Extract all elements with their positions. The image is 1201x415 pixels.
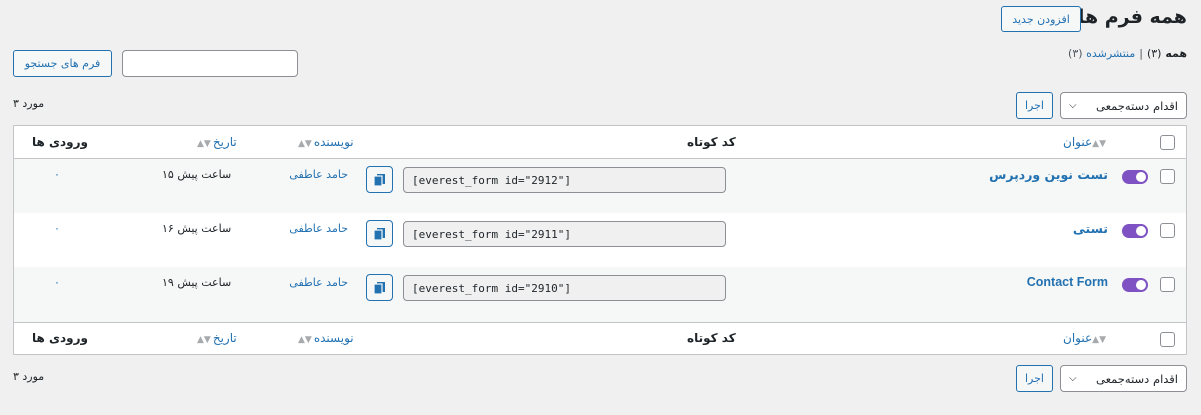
search-forms-button[interactable]: فرم های جستجو bbox=[13, 50, 112, 77]
table-row: Contact Form [everest_form id="2910"] حا… bbox=[14, 267, 1186, 322]
filter-separator: | bbox=[1139, 47, 1143, 60]
search-input[interactable] bbox=[122, 50, 298, 77]
column-author-label: نویسنده bbox=[313, 331, 354, 345]
column-date[interactable]: ▲▼ تاریخ bbox=[197, 331, 237, 345]
entries-count-link[interactable]: ۰ bbox=[54, 168, 60, 181]
column-author[interactable]: ▲▼ نویسنده bbox=[298, 331, 354, 345]
sort-icon: ▲▼ bbox=[1092, 335, 1106, 345]
column-shortcode: کد کوتاه bbox=[687, 331, 736, 345]
column-date-label: تاریخ bbox=[212, 331, 237, 345]
bulk-action-select-bottom[interactable]: اقدام دسته‌جمعی ⌵ bbox=[1060, 365, 1187, 392]
add-new-button[interactable]: افزودن جدید bbox=[1001, 6, 1081, 32]
copy-icon bbox=[372, 227, 385, 241]
toggle-knob bbox=[1136, 226, 1146, 236]
sort-icon: ▲▼ bbox=[298, 335, 312, 345]
shortcode-field[interactable]: [everest_form id="2912"] bbox=[403, 167, 726, 193]
select-all-checkbox-footer[interactable] bbox=[1160, 332, 1175, 347]
column-shortcode: کد کوتاه bbox=[687, 135, 736, 149]
shortcode-field[interactable]: [everest_form id="2911"] bbox=[403, 221, 726, 247]
column-title[interactable]: عنوان▲▼ bbox=[1063, 135, 1108, 149]
filter-published-label: منتشرشده bbox=[1086, 47, 1136, 60]
select-all-checkbox[interactable] bbox=[1160, 135, 1175, 150]
copy-icon bbox=[372, 281, 385, 295]
author-link[interactable]: حامد عاطفی bbox=[289, 222, 348, 235]
table-row: تست نوین وردپرس [everest_form id="2912"]… bbox=[14, 159, 1186, 213]
sort-icon: ▲▼ bbox=[197, 335, 211, 345]
date-text: ۱۵ ساعت پیش bbox=[162, 168, 232, 181]
column-entries: ورودی ها bbox=[32, 135, 88, 149]
filter-published[interactable]: منتشرشده (۳) bbox=[1068, 47, 1135, 60]
status-filters: همه (۳) | منتشرشده (۳) bbox=[1068, 47, 1187, 60]
filter-all-count: (۳) bbox=[1146, 47, 1162, 60]
page-title: همه فرم ها bbox=[1077, 6, 1187, 28]
items-count-top: ۳ مورد bbox=[13, 97, 45, 110]
column-author[interactable]: ▲▼ نویسنده bbox=[298, 135, 354, 149]
filter-all-label: همه bbox=[1165, 47, 1187, 60]
date-text: ۱۶ ساعت پیش bbox=[162, 222, 232, 235]
status-toggle[interactable] bbox=[1122, 224, 1148, 238]
filter-published-count: (۳) bbox=[1068, 47, 1083, 60]
chevron-down-icon: ⌵ bbox=[1069, 100, 1077, 111]
sort-icon: ▲▼ bbox=[197, 139, 211, 149]
toggle-knob bbox=[1136, 280, 1146, 290]
table-header: عنوان▲▼ کد کوتاه ▲▼ نویسنده ▲▼ تاریخ ورودی… bbox=[14, 126, 1186, 159]
chevron-down-icon: ⌵ bbox=[1069, 373, 1077, 384]
column-date[interactable]: ▲▼ تاریخ bbox=[197, 135, 237, 149]
bulk-action-label: اقدام دسته‌جمعی bbox=[1096, 371, 1178, 386]
sort-icon: ▲▼ bbox=[298, 139, 312, 149]
column-title-label: عنوان bbox=[1063, 331, 1093, 345]
status-toggle[interactable] bbox=[1122, 170, 1148, 184]
bulk-action-label: اقدام دسته‌جمعی bbox=[1096, 98, 1178, 113]
column-date-label: تاریخ bbox=[212, 135, 237, 149]
sort-icon: ▲▼ bbox=[1092, 139, 1106, 149]
shortcode-field[interactable]: [everest_form id="2910"] bbox=[403, 275, 726, 301]
author-link[interactable]: حامد عاطفی bbox=[289, 168, 348, 181]
bulk-action-select-top[interactable]: اقدام دسته‌جمعی ⌵ bbox=[1060, 92, 1187, 119]
filter-all[interactable]: همه (۳) bbox=[1147, 47, 1187, 60]
date-text: ۱۹ ساعت پیش bbox=[162, 276, 232, 289]
copy-shortcode-button[interactable] bbox=[366, 166, 393, 193]
items-count-bottom: ۳ مورد bbox=[13, 370, 45, 383]
form-title-link[interactable]: تست نوین وردپرس bbox=[989, 167, 1108, 182]
copy-icon bbox=[372, 173, 385, 187]
entries-count-link[interactable]: ۰ bbox=[54, 222, 60, 235]
table-footer: عنوان▲▼ کد کوتاه ▲▼ نویسنده ▲▼ تاریخ ورودی… bbox=[14, 322, 1186, 355]
toggle-knob bbox=[1136, 172, 1146, 182]
column-entries: ورودی ها bbox=[32, 331, 88, 345]
row-checkbox[interactable] bbox=[1160, 223, 1175, 238]
table-row: تستی [everest_form id="2911"] حامد عاطفی… bbox=[14, 213, 1186, 267]
form-title-link[interactable]: Contact Form bbox=[1027, 275, 1108, 289]
status-toggle[interactable] bbox=[1122, 278, 1148, 292]
form-title-link[interactable]: تستی bbox=[1073, 221, 1108, 236]
author-link[interactable]: حامد عاطفی bbox=[289, 276, 348, 289]
forms-table: عنوان▲▼ کد کوتاه ▲▼ نویسنده ▲▼ تاریخ ورودی… bbox=[13, 125, 1187, 355]
apply-button-bottom[interactable]: اجرا bbox=[1016, 365, 1053, 392]
column-title-label: عنوان bbox=[1063, 135, 1093, 149]
copy-shortcode-button[interactable] bbox=[366, 274, 393, 301]
apply-button-top[interactable]: اجرا bbox=[1016, 92, 1053, 119]
entries-count-link[interactable]: ۰ bbox=[54, 276, 60, 289]
column-author-label: نویسنده bbox=[313, 135, 354, 149]
row-checkbox[interactable] bbox=[1160, 169, 1175, 184]
column-title[interactable]: عنوان▲▼ bbox=[1063, 331, 1108, 345]
row-checkbox[interactable] bbox=[1160, 277, 1175, 292]
copy-shortcode-button[interactable] bbox=[366, 220, 393, 247]
